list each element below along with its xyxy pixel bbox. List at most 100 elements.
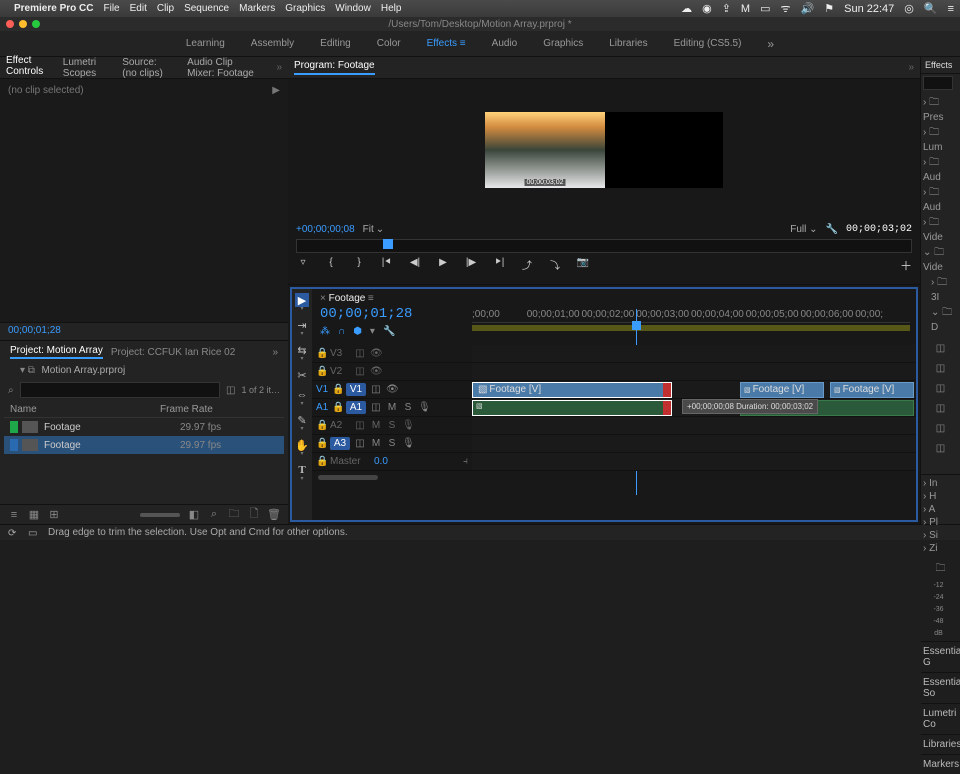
project-overflow[interactable]: » xyxy=(272,347,278,358)
sequence-tab[interactable]: Footage xyxy=(329,293,366,304)
new-bin-icon[interactable]: 🗀 xyxy=(228,509,240,521)
effects-folder[interactable]: › 🗀 Pres xyxy=(923,94,958,124)
step-forward-icon[interactable]: |▶ xyxy=(464,257,478,274)
track-v2[interactable] xyxy=(472,363,916,381)
timeline-content[interactable]: ▧ Footage [V] ▧ Footage [V] ▧ Footage [V… xyxy=(472,345,916,471)
panel-essential-sound[interactable]: Essential So xyxy=(921,672,960,703)
clip-footage-1[interactable]: ▧ Footage [V] xyxy=(472,382,672,398)
track-header-v2[interactable]: 🔒V2◫👁 xyxy=(312,363,472,381)
workspace-editing[interactable]: Editing xyxy=(320,38,351,49)
tab-source[interactable]: Source: (no clips) xyxy=(122,57,173,79)
panel-overflow[interactable]: » xyxy=(276,62,282,73)
source-timecode[interactable]: 00;00;01;28 xyxy=(0,322,288,340)
track-header-a3[interactable]: 🔒A3◫MS🎙 xyxy=(312,435,472,453)
track-a1[interactable]: ▧ +00;00;00;08 Duration: 00;00;03;02 xyxy=(472,399,916,417)
effects-folder[interactable]: › 🗀 Lum xyxy=(923,124,958,154)
program-viewport[interactable]: 00;00;03;02 xyxy=(288,79,920,220)
menu-edit[interactable]: Edit xyxy=(130,3,147,14)
snap-icon[interactable]: ⁂ xyxy=(320,326,330,337)
program-playhead[interactable] xyxy=(383,239,393,249)
track-header-a1[interactable]: A1🔒A1◫MS🎙 xyxy=(312,399,472,417)
step-back-icon[interactable]: ◀| xyxy=(408,257,422,274)
wrench-icon[interactable]: 🔧 xyxy=(826,224,838,235)
menu-help[interactable]: Help xyxy=(381,3,402,14)
button-editor-icon[interactable]: ＋ xyxy=(900,257,912,274)
menubar-search-icon[interactable]: 🔍 xyxy=(924,2,938,15)
workspace-effects[interactable]: Effects xyxy=(427,38,466,49)
linked-selection-icon[interactable]: ∩ xyxy=(338,326,345,337)
preset-icon[interactable]: ◫ xyxy=(923,338,958,358)
menu-markers[interactable]: Markers xyxy=(239,3,275,14)
list-view-icon[interactable]: ≡ xyxy=(8,509,20,521)
track-master[interactable] xyxy=(472,453,916,471)
bin-row-sequence[interactable]: Footage 29.97 fps xyxy=(4,418,284,436)
mark-in-icon[interactable]: { xyxy=(324,257,338,274)
preset-icon[interactable]: ◫ xyxy=(923,358,958,378)
menu-file[interactable]: File xyxy=(103,3,119,14)
track-a2[interactable] xyxy=(472,417,916,435)
program-zoom-fit[interactable]: Fit ⌄ xyxy=(363,224,385,235)
effect-controls-caret[interactable]: ▶ xyxy=(272,85,280,96)
workspace-audio[interactable]: Audio xyxy=(492,38,518,49)
track-v1[interactable]: ▧ Footage [V] ▧ Footage [V] ▧ Footage [V… xyxy=(472,381,916,399)
close-window-button[interactable] xyxy=(6,20,14,28)
menubar-speaker-icon[interactable]: 🔊 xyxy=(801,2,815,15)
menubar-screen-icon[interactable]: ▭ xyxy=(760,2,770,15)
clip-trim-handle[interactable] xyxy=(663,383,671,397)
menubar-dropbox-icon[interactable]: ⇪ xyxy=(722,2,731,15)
track-header-v1[interactable]: V1🔒V1◫👁 xyxy=(312,381,472,399)
menu-window[interactable]: Window xyxy=(335,3,371,14)
wrench-icon[interactable]: 🔧 xyxy=(383,326,395,337)
panel-lumetri-color[interactable]: Lumetri Co xyxy=(921,703,960,734)
track-header-master[interactable]: 🔒Master0.0⫞ xyxy=(312,453,472,471)
effects-subfolder[interactable]: ⌄ 🗀 D xyxy=(923,304,958,334)
tab-effect-controls[interactable]: Effect Controls xyxy=(6,55,49,81)
preset-icon[interactable]: ◫ xyxy=(923,398,958,418)
audio-clip-1[interactable]: ▧ xyxy=(472,400,672,416)
track-header-v3[interactable]: 🔒V3◫👁 xyxy=(312,345,472,363)
app-menu[interactable]: Premiere Pro CC xyxy=(14,3,93,14)
clip-trim-handle[interactable] xyxy=(663,401,671,415)
workspace-overflow[interactable]: » xyxy=(767,37,774,51)
effects-folder[interactable]: › 🗀 Vide xyxy=(923,214,958,244)
export-frame-icon[interactable]: 📷 xyxy=(576,257,590,274)
thumbnail-size-slider[interactable] xyxy=(140,513,180,517)
tab-audio-clip-mixer[interactable]: Audio Clip Mixer: Footage xyxy=(187,57,262,79)
effects-folder[interactable]: ⌄ 🗀 Vide xyxy=(923,244,958,274)
workspace-editing-cs55[interactable]: Editing (CS5.5) xyxy=(674,38,742,49)
sort-icon[interactable]: ◧ xyxy=(188,509,200,521)
marker-icon[interactable]: ⬢ xyxy=(353,326,362,337)
tab-program[interactable]: Program: Footage xyxy=(294,60,375,75)
menu-sequence[interactable]: Sequence xyxy=(184,3,229,14)
find-icon[interactable]: ⌕ xyxy=(208,509,220,521)
menubar-clock[interactable]: Sun 22:47 xyxy=(844,3,894,15)
col-framerate[interactable]: Frame Rate xyxy=(160,404,213,415)
tab-project-motion-array[interactable]: Project: Motion Array xyxy=(10,345,103,359)
panel-markers[interactable]: Markers xyxy=(921,754,960,774)
extract-icon[interactable]: ⤵ xyxy=(548,257,562,274)
project-search-input[interactable] xyxy=(20,382,220,398)
program-in-timecode[interactable]: +00;00;00;08 xyxy=(296,224,355,235)
menu-graphics[interactable]: Graphics xyxy=(285,3,325,14)
zoom-window-button[interactable] xyxy=(32,20,40,28)
col-name[interactable]: Name xyxy=(10,404,160,415)
settings-icon[interactable]: ▾ xyxy=(370,326,375,337)
new-item-icon[interactable]: 🗋 xyxy=(248,509,260,521)
track-a3[interactable] xyxy=(472,435,916,453)
track-header-a2[interactable]: 🔒A2◫MS🎙 xyxy=(312,417,472,435)
razor-tool-icon[interactable]: ✂ xyxy=(295,368,309,382)
tab-lumetri-scopes[interactable]: Lumetri Scopes xyxy=(63,57,108,79)
preset-icon[interactable]: ◫ xyxy=(923,438,958,458)
clip-footage-2[interactable]: ▧ Footage [V] xyxy=(740,382,824,398)
effects-folder[interactable]: › 🗀 Aud xyxy=(923,154,958,184)
preset-icon[interactable]: 🗀 xyxy=(923,559,958,579)
freeform-view-icon[interactable]: ⊞ xyxy=(48,509,60,521)
menu-clip[interactable]: Clip xyxy=(157,3,174,14)
play-icon[interactable]: ▶ xyxy=(436,257,450,274)
panel-essential-graphics[interactable]: Essential G xyxy=(921,641,960,672)
effects-folder[interactable]: › 🗀 Aud xyxy=(923,184,958,214)
go-to-out-icon[interactable]: ⯈| xyxy=(492,257,506,274)
menubar-cloud-icon[interactable]: ☁ xyxy=(681,2,692,15)
minimize-window-button[interactable] xyxy=(19,20,27,28)
effects-search-input[interactable] xyxy=(923,76,953,90)
